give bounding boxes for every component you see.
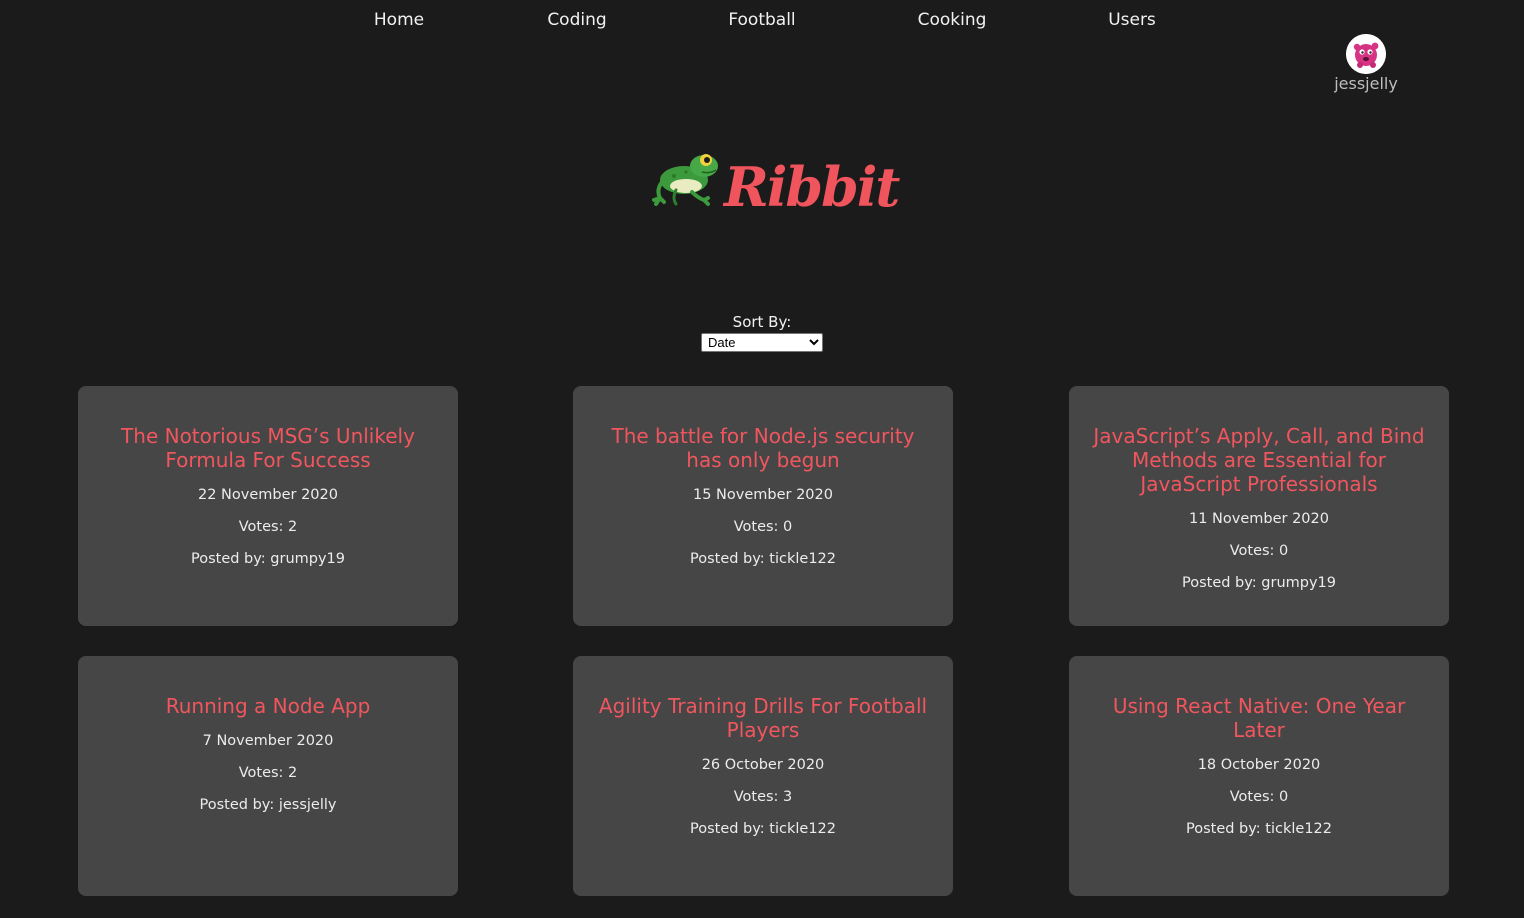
article-votes: Votes: 3	[733, 789, 793, 805]
article-title[interactable]: JavaScript’s Apply, Call, and Bind Metho…	[1089, 424, 1429, 496]
sort-label: Sort By:	[732, 313, 792, 331]
pink-monster-avatar-icon	[1346, 34, 1386, 74]
site-logo[interactable]: Ribbit	[652, 140, 900, 230]
article-date: 18 October 2020	[1197, 757, 1321, 773]
article-votes: Votes: 2	[238, 765, 298, 781]
article-author: Posted by: tickle122	[1185, 821, 1332, 837]
article-date: 22 November 2020	[197, 487, 338, 503]
article-title[interactable]: The battle for Node.js security has only…	[593, 424, 933, 472]
article-date: 26 October 2020	[701, 757, 825, 773]
article-author: Posted by: grumpy19	[190, 551, 345, 567]
article-card[interactable]: Agility Training Drills For Football Pla…	[573, 656, 953, 896]
article-title[interactable]: Agility Training Drills For Football Pla…	[593, 694, 933, 742]
article-card[interactable]: Running a Node App 7 November 2020 Votes…	[78, 656, 458, 896]
article-author: Posted by: tickle122	[689, 551, 836, 567]
article-card[interactable]: The Notorious MSG’s Unlikely Formula For…	[78, 386, 458, 626]
article-votes: Votes: 0	[1229, 789, 1289, 805]
nav-cooking-link[interactable]: Cooking	[872, 10, 1032, 30]
article-author: Posted by: jessjelly	[199, 797, 337, 813]
avatar[interactable]	[1346, 34, 1386, 74]
nav-users-link[interactable]: Users	[1052, 10, 1212, 30]
sort-select[interactable]: Date	[701, 333, 823, 352]
article-title[interactable]: Running a Node App	[98, 694, 438, 718]
logo-text: Ribbit	[724, 155, 900, 219]
article-votes: Votes: 0	[733, 519, 793, 535]
article-votes: Votes: 2	[238, 519, 298, 535]
article-card[interactable]: Using React Native: One Year Later 18 Oc…	[1069, 656, 1449, 896]
main-nav: Home Coding Football Cooking Users	[0, 10, 1524, 34]
article-author: Posted by: tickle122	[689, 821, 836, 837]
nav-coding-link[interactable]: Coding	[497, 10, 657, 30]
article-title[interactable]: The Notorious MSG’s Unlikely Formula For…	[98, 424, 438, 472]
article-date: 7 November 2020	[202, 733, 334, 749]
user-profile[interactable]: jessjelly	[1316, 34, 1416, 93]
article-votes: Votes: 0	[1229, 543, 1289, 559]
article-date: 15 November 2020	[692, 487, 833, 503]
nav-football-link[interactable]: Football	[682, 10, 842, 30]
article-card[interactable]: JavaScript’s Apply, Call, and Bind Metho…	[1069, 386, 1449, 626]
sort-control: Sort By: Date	[662, 312, 862, 352]
article-title[interactable]: Using React Native: One Year Later	[1089, 694, 1429, 742]
article-date: 11 November 2020	[1188, 511, 1329, 527]
nav-home-link[interactable]: Home	[319, 10, 479, 30]
article-card[interactable]: The battle for Node.js security has only…	[573, 386, 953, 626]
frog-icon	[652, 154, 718, 206]
username: jessjelly	[1334, 74, 1398, 93]
article-author: Posted by: grumpy19	[1181, 575, 1336, 591]
